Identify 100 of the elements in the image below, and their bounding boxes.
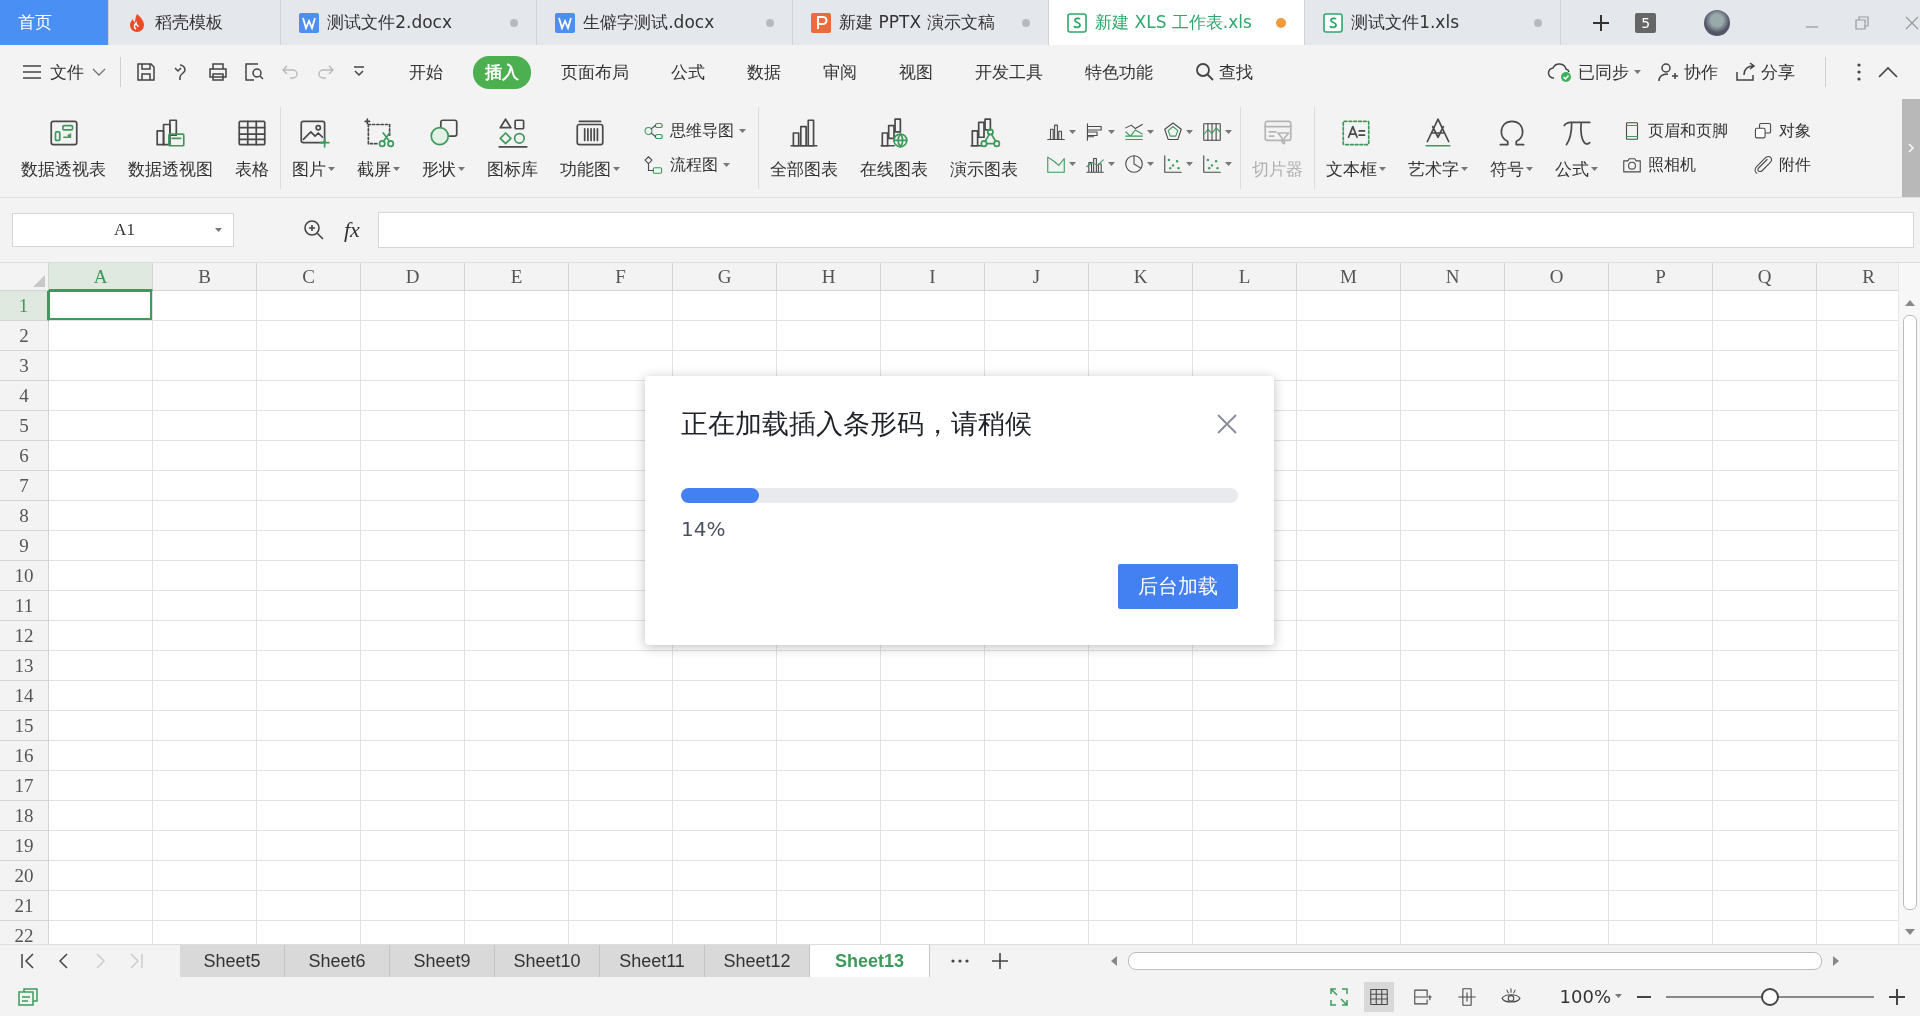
row-header[interactable]: 18 (0, 801, 49, 831)
save-icon[interactable] (135, 61, 157, 83)
ribbon-button[interactable]: 流程图 (643, 154, 746, 176)
column-header[interactable]: R (1817, 263, 1898, 291)
row-header[interactable]: 14 (0, 681, 49, 711)
fullscreen-icon[interactable] (1327, 985, 1350, 1008)
row-header[interactable]: 22 (0, 921, 49, 944)
chart-type-button[interactable] (1123, 153, 1154, 175)
ribbon-button[interactable]: 功能图 (557, 111, 623, 185)
sheet-tab[interactable]: Sheet10 (495, 945, 600, 977)
close-dot[interactable] (766, 18, 775, 27)
name-box[interactable]: A1 (12, 213, 234, 247)
chart-type-button[interactable] (1123, 121, 1154, 143)
add-sheet-icon[interactable] (990, 951, 1010, 971)
row-header[interactable]: 5 (0, 411, 49, 441)
row-header[interactable]: 13 (0, 651, 49, 681)
column-header[interactable]: L (1193, 263, 1297, 291)
file-menu[interactable]: 文件 (22, 60, 106, 84)
row-header[interactable]: 3 (0, 351, 49, 381)
ribbon-button[interactable]: 页眉和页脚 (1621, 120, 1728, 142)
row-header[interactable]: 6 (0, 441, 49, 471)
ribbon-tab[interactable]: 开始 (397, 55, 455, 89)
close-icon[interactable] (1216, 413, 1238, 435)
print-icon[interactable] (207, 61, 229, 83)
ribbon-button[interactable]: 文本框 (1323, 111, 1389, 185)
ribbon-button[interactable]: 思维导图 (643, 120, 746, 142)
column-header[interactable]: E (465, 263, 569, 291)
ribbon-button[interactable]: 形状 (419, 111, 468, 185)
chart-type-button[interactable] (1201, 153, 1232, 175)
close-dot[interactable] (1022, 18, 1031, 27)
column-header[interactable]: K (1089, 263, 1193, 291)
column-header[interactable]: F (569, 263, 673, 291)
column-header[interactable]: I (881, 263, 985, 291)
row-header[interactable]: 10 (0, 561, 49, 591)
chart-type-button[interactable] (1162, 121, 1193, 143)
ribbon-tab[interactable]: 公式 (659, 55, 717, 89)
column-header[interactable]: J (985, 263, 1089, 291)
row-header[interactable]: 21 (0, 891, 49, 921)
zoom-icon[interactable] (302, 218, 326, 242)
ribbon-button[interactable]: 图片 (289, 111, 338, 185)
ribbon-button[interactable]: 公式 (1552, 111, 1601, 185)
column-header[interactable]: P (1609, 263, 1713, 291)
ribbon-button[interactable]: 在线图表 (857, 111, 931, 185)
sheet-tab[interactable]: Sheet9 (390, 945, 495, 977)
ribbon-button[interactable]: 对象 (1752, 120, 1811, 142)
ribbon-button[interactable]: 全部图表 (767, 111, 841, 185)
print-preview-icon[interactable] (243, 61, 265, 83)
column-header[interactable]: C (257, 263, 361, 291)
column-header[interactable]: B (153, 263, 257, 291)
row-header[interactable]: 4 (0, 381, 49, 411)
column-header[interactable]: H (777, 263, 881, 291)
share-button[interactable]: 分享 (1734, 60, 1795, 84)
sheet-tab[interactable]: Sheet5 (180, 945, 285, 977)
row-header[interactable]: 12 (0, 621, 49, 651)
unsaved-dot[interactable] (1276, 17, 1287, 28)
row-header[interactable]: 2 (0, 321, 49, 351)
row-header[interactable]: 15 (0, 711, 49, 741)
collapse-icon[interactable] (1878, 66, 1898, 78)
ribbon-tab[interactable]: 审阅 (811, 55, 869, 89)
sheet-tab[interactable]: Sheet11 (600, 945, 705, 977)
column-header[interactable]: O (1505, 263, 1609, 291)
chart-type-button[interactable] (1201, 121, 1232, 143)
row-header[interactable]: 9 (0, 531, 49, 561)
plus-icon[interactable] (1888, 987, 1906, 1006)
ribbon-button[interactable]: 数据透视图 (125, 111, 216, 185)
column-header[interactable]: Q (1713, 263, 1817, 291)
ribbon-tab[interactable]: 开发工具 (963, 55, 1055, 89)
zoom-level[interactable]: 100% (1559, 986, 1622, 1007)
window-count[interactable]: 5 (1635, 12, 1657, 33)
ribbon-button[interactable]: 照相机 (1621, 154, 1728, 176)
background-load-button[interactable]: 后台加载 (1118, 564, 1238, 609)
ribbon-button[interactable]: 附件 (1752, 154, 1811, 176)
column-header[interactable]: G (673, 263, 777, 291)
ribbon-button[interactable]: 符号 (1487, 111, 1536, 185)
ribbon-button[interactable]: 演示图表 (947, 111, 1021, 185)
close-dot[interactable] (1534, 18, 1543, 27)
sheet-tab[interactable]: Sheet6 (285, 945, 390, 977)
row-header[interactable]: 11 (0, 591, 49, 621)
vertical-scrollbar[interactable] (1898, 263, 1920, 944)
column-header[interactable]: D (361, 263, 465, 291)
row-header[interactable]: 19 (0, 831, 49, 861)
sync-button[interactable]: 已同步 (1547, 60, 1641, 84)
active-cell[interactable] (48, 290, 152, 320)
ribbon-tab[interactable]: 特色功能 (1073, 55, 1165, 89)
more-icon[interactable] (950, 958, 970, 964)
formula-input[interactable] (377, 212, 1914, 248)
collaborate-button[interactable]: 协作 (1657, 60, 1718, 84)
ribbon-button[interactable]: 艺术字 (1405, 111, 1471, 185)
row-header[interactable]: 7 (0, 471, 49, 501)
row-header[interactable]: 20 (0, 861, 49, 891)
ribbon-button[interactable]: 图标库 (484, 111, 541, 185)
ribbon-button[interactable]: 表格 (232, 111, 272, 185)
first-sheet-icon[interactable] (20, 952, 36, 970)
column-header[interactable]: N (1401, 263, 1505, 291)
function-label[interactable]: fx (344, 217, 360, 243)
row-header[interactable]: 16 (0, 741, 49, 771)
ribbon-tab[interactable]: 页面布局 (549, 55, 641, 89)
ribbon-tab[interactable]: 视图 (887, 55, 945, 89)
chart-type-button[interactable] (1045, 121, 1076, 143)
ribbon-tab[interactable]: 数据 (735, 55, 793, 89)
